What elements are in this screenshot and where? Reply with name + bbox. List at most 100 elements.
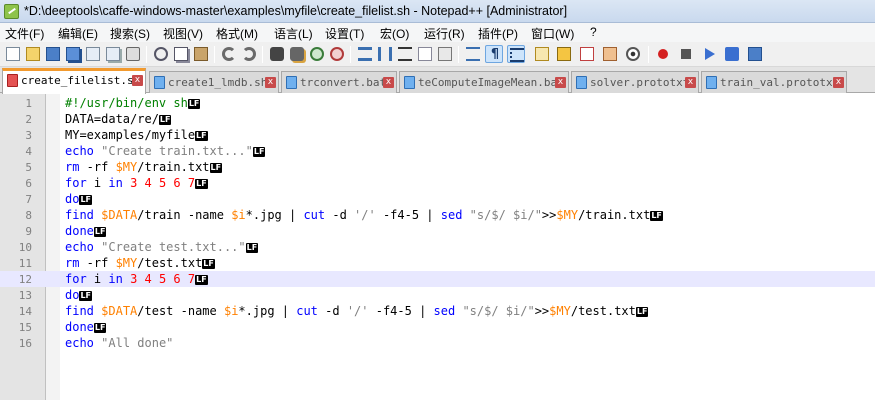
playback-macro-icon[interactable] bbox=[700, 45, 718, 63]
save-icon[interactable] bbox=[44, 45, 62, 63]
close-tab-icon[interactable]: x bbox=[833, 77, 844, 88]
close-tab-icon[interactable]: x bbox=[383, 77, 394, 88]
menu-macro[interactable]: 宏(O) bbox=[380, 25, 409, 42]
code-line[interactable]: 13 doLF bbox=[0, 287, 875, 303]
menu-file[interactable]: 文件(F) bbox=[5, 25, 44, 42]
code-line[interactable]: 6 for i in 3 4 5 6 7LF bbox=[0, 175, 875, 191]
code-line[interactable]: 12 for i in 3 4 5 6 7LF bbox=[0, 271, 875, 287]
code-line[interactable]: 15 doneLF bbox=[0, 319, 875, 335]
code-token: i bbox=[86, 272, 109, 286]
stop-recording-icon[interactable] bbox=[677, 45, 695, 63]
tab-label: train_val.prototxt bbox=[720, 76, 840, 89]
line-number: 9 bbox=[25, 225, 32, 238]
indent-guide-icon[interactable] bbox=[507, 45, 525, 63]
code-line[interactable]: 7 doLF bbox=[0, 191, 875, 207]
menu-edit[interactable]: 编辑(E) bbox=[58, 25, 98, 42]
document-map-icon[interactable] bbox=[436, 45, 454, 63]
monitoring-icon[interactable] bbox=[555, 45, 573, 63]
code-token: find bbox=[65, 208, 94, 222]
code-token: echo bbox=[65, 240, 94, 254]
record-macro-icon[interactable] bbox=[654, 45, 672, 63]
code-line[interactable]: 11 rm -rf $MY/test.txtLF bbox=[0, 255, 875, 271]
tab-solver-prototxt[interactable]: solver.prototxt x bbox=[571, 71, 699, 93]
menu-search[interactable]: 搜索(S) bbox=[110, 25, 150, 42]
code-line[interactable]: 16 echo "All done" bbox=[0, 335, 875, 351]
paste-icon[interactable] bbox=[192, 45, 210, 63]
code-text: doLF bbox=[65, 192, 93, 206]
folder-as-workspace-icon[interactable] bbox=[533, 45, 551, 63]
code-token: /train.txt bbox=[137, 160, 210, 174]
code-token: echo bbox=[65, 144, 94, 158]
code-token: for bbox=[65, 176, 87, 190]
line-number: 1 bbox=[25, 97, 32, 110]
menu-window[interactable]: 窗口(W) bbox=[531, 25, 574, 42]
show-all-characters-icon[interactable]: ¶ bbox=[485, 45, 503, 63]
toolbar-separator bbox=[214, 46, 215, 63]
menu-run[interactable]: 运行(R) bbox=[424, 25, 465, 42]
zoom-out-icon[interactable] bbox=[328, 45, 346, 63]
code-line[interactable]: 14 find $DATA/test -name $i*.jpg | cut -d… bbox=[0, 303, 875, 319]
menu-settings[interactable]: 设置(T) bbox=[325, 25, 364, 42]
menu-view[interactable]: 视图(V) bbox=[163, 25, 203, 42]
redo-icon[interactable] bbox=[240, 45, 258, 63]
code-line[interactable]: 3 MY=examples/myfileLF bbox=[0, 127, 875, 143]
sync-scroll-vertical-icon[interactable] bbox=[356, 45, 374, 63]
function-list-icon[interactable] bbox=[464, 45, 482, 63]
close-tab-icon[interactable]: x bbox=[555, 77, 566, 88]
tab-compute-image-mean[interactable]: teComputeImageMean.bat x bbox=[399, 71, 569, 93]
code-token: MY=examples/myfile bbox=[65, 128, 196, 142]
code-line[interactable]: 4 echo "Create train.txt..."LF bbox=[0, 143, 875, 159]
document-list-icon[interactable] bbox=[578, 45, 596, 63]
tab-create-filelist[interactable]: create_filelist.sh x bbox=[2, 68, 146, 94]
code-line[interactable]: 10 echo "Create test.txt..."LF bbox=[0, 239, 875, 255]
code-line[interactable]: 8 find $DATA/train -name $i*.jpg | cut -d… bbox=[0, 207, 875, 223]
menu-language[interactable]: 语言(L) bbox=[274, 25, 313, 42]
close-tab-icon[interactable]: x bbox=[685, 77, 696, 88]
save-all-icon[interactable] bbox=[64, 45, 82, 63]
line-number: 11 bbox=[18, 257, 32, 270]
eye-icon[interactable] bbox=[624, 45, 642, 63]
close-all-icon[interactable] bbox=[104, 45, 122, 63]
editor[interactable]: 1 #!/usr/bin/env shLF 2 DATA=data/re/LF 3 MY=… bbox=[0, 93, 875, 400]
code-token: "Create train.txt..." bbox=[101, 144, 253, 158]
code-line[interactable]: 1 #!/usr/bin/env shLF bbox=[0, 95, 875, 111]
undo-icon[interactable] bbox=[220, 45, 238, 63]
replace-icon[interactable] bbox=[288, 45, 306, 63]
close-tab-icon[interactable]: x bbox=[265, 77, 276, 88]
line-number: 5 bbox=[25, 161, 32, 174]
cut-icon[interactable] bbox=[152, 45, 170, 63]
code-token: cut bbox=[296, 304, 318, 318]
code-line[interactable]: 9 doneLF bbox=[0, 223, 875, 239]
print-icon[interactable] bbox=[124, 45, 142, 63]
folder-icon[interactable] bbox=[601, 45, 619, 63]
eol-marker: LF bbox=[245, 243, 259, 253]
close-tab-icon[interactable]: x bbox=[132, 75, 143, 86]
open-file-icon[interactable] bbox=[24, 45, 42, 63]
word-wrap-icon[interactable] bbox=[396, 45, 414, 63]
code-token: $MY bbox=[556, 208, 579, 222]
new-file-icon[interactable] bbox=[4, 45, 22, 63]
save-macro-icon[interactable] bbox=[746, 45, 764, 63]
code-token: /test.txt bbox=[570, 304, 636, 318]
menu-format[interactable]: 格式(M) bbox=[216, 25, 258, 42]
menu-help[interactable]: ? bbox=[590, 25, 597, 39]
copy-icon[interactable] bbox=[172, 45, 190, 63]
zoom-in-icon[interactable] bbox=[308, 45, 326, 63]
run-macro-multiple-icon[interactable] bbox=[723, 45, 741, 63]
sync-scroll-horizontal-icon[interactable] bbox=[376, 45, 394, 63]
user-defined-language-icon[interactable] bbox=[416, 45, 434, 63]
tab-create1-lmdb[interactable]: create1_lmdb.sh x bbox=[149, 71, 279, 93]
code-text: #!/usr/bin/env shLF bbox=[65, 96, 201, 110]
close-icon[interactable] bbox=[84, 45, 102, 63]
code-token: -d bbox=[325, 208, 355, 222]
find-icon[interactable] bbox=[268, 45, 286, 63]
code-line[interactable]: 5 rm -rf $MY/train.txtLF bbox=[0, 159, 875, 175]
code-token: echo bbox=[65, 336, 94, 350]
code-token: $i bbox=[231, 208, 246, 222]
menu-plugins[interactable]: 插件(P) bbox=[478, 25, 518, 42]
tab-train-val-prototxt[interactable]: train_val.prototxt x bbox=[701, 71, 847, 93]
eol-marker: LF bbox=[195, 275, 208, 285]
code-line[interactable]: 2 DATA=data/re/LF bbox=[0, 111, 875, 127]
tab-trconvert[interactable]: trconvert.bat x bbox=[281, 71, 397, 93]
code-text: doLF bbox=[65, 288, 93, 302]
